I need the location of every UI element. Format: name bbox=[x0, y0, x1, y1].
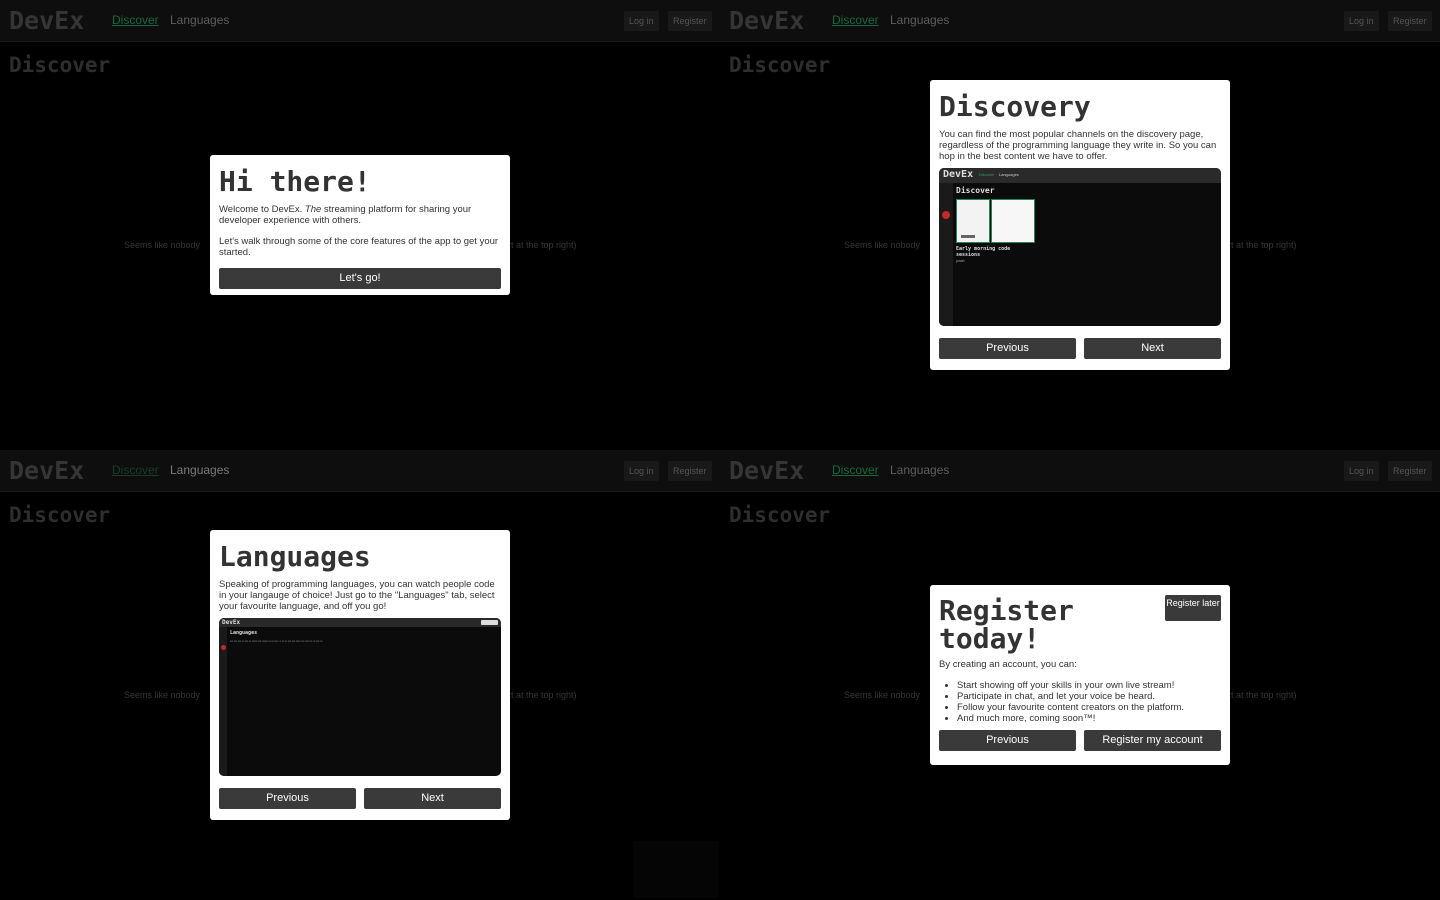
navbar: DevEx Discover Languages Log in Register bbox=[0, 450, 720, 492]
list-item: And much more, coming soon™! bbox=[957, 713, 1221, 724]
empty-state-text-tail: rt at the top right) bbox=[508, 240, 577, 250]
page-title: Discover bbox=[729, 53, 831, 77]
empty-state-text-tail: rt at the top right) bbox=[1228, 690, 1297, 700]
navbar: DevEx Discover Languages Log in Register bbox=[720, 0, 1440, 42]
preview-caption: Early morning code sessions bbox=[956, 246, 1011, 258]
brand-logo[interactable]: DevEx bbox=[729, 6, 804, 35]
nav-discover-link[interactable]: Discover bbox=[832, 13, 879, 27]
navbar: DevEx Discover Languages Log in Register bbox=[720, 450, 1440, 492]
screen-languages: DevEx Discover Languages Log in Register… bbox=[0, 450, 720, 900]
preview-title: Discover bbox=[956, 186, 995, 195]
languages-preview-image: DevEx Languages ▪▪▪ ▪▪▪ ▪▪▪ ▪▪ ▪▪▪ ▪▪ ▪▪… bbox=[219, 618, 501, 776]
preview-sidebar bbox=[219, 627, 227, 776]
preview-sidebar bbox=[939, 183, 953, 326]
benefits-list: Start showing off your skills in your ow… bbox=[957, 680, 1221, 724]
login-button[interactable]: Log in bbox=[624, 11, 659, 31]
register-button[interactable]: Register bbox=[668, 11, 712, 31]
modal-title: Register today! bbox=[939, 594, 1074, 655]
languages-modal: Languages Speaking of programming langua… bbox=[210, 530, 510, 820]
register-modal: Register today! Register later By creati… bbox=[930, 585, 1230, 765]
nav-discover-link[interactable]: Discover bbox=[112, 463, 159, 477]
modal-text: Welcome to DevEx. The streaming platform… bbox=[219, 204, 472, 226]
brand-logo[interactable]: DevEx bbox=[9, 6, 84, 35]
list-item: Start showing off your skills in your ow… bbox=[957, 680, 1221, 691]
navbar: DevEx Discover Languages Log in Register bbox=[0, 0, 720, 42]
empty-state-text: Seems like nobody bbox=[124, 240, 201, 250]
modal-title: Languages bbox=[219, 540, 371, 573]
previous-button[interactable]: Previous bbox=[939, 338, 1076, 359]
previous-button[interactable]: Previous bbox=[939, 730, 1076, 751]
preview-author: jonah bbox=[956, 259, 965, 263]
register-later-button[interactable]: Register later bbox=[1165, 595, 1221, 621]
preview-title: Languages bbox=[230, 630, 258, 636]
preview-language-tags: ▪▪▪ ▪▪▪ ▪▪▪ ▪▪ ▪▪▪ ▪▪ ▪▪▪▪▪ ▪▪▪ ▪▪▪▪▪ ▪▪… bbox=[230, 639, 323, 643]
register-my-account-button[interactable]: Register my account bbox=[1084, 730, 1221, 751]
preview-thumb-line bbox=[961, 235, 975, 238]
login-button[interactable]: Log in bbox=[1344, 11, 1379, 31]
empty-state-text: Seems like nobody bbox=[844, 690, 921, 700]
preview-brand: DevEx bbox=[222, 619, 241, 626]
brand-logo[interactable]: DevEx bbox=[9, 456, 84, 485]
page-title: Discover bbox=[9, 53, 111, 77]
preview-thumbnail bbox=[956, 199, 990, 243]
register-button[interactable]: Register bbox=[1388, 461, 1432, 481]
screen-welcome: DevEx Discover Languages Log in Register… bbox=[0, 0, 720, 450]
nav-languages-link[interactable]: Languages bbox=[890, 463, 949, 477]
corner-panel bbox=[634, 841, 718, 898]
preview-button bbox=[481, 620, 498, 625]
preview-thumbnail-2 bbox=[991, 199, 1035, 243]
lets-go-button[interactable]: Let's go! bbox=[219, 268, 501, 289]
preview-navbar: DevEx Discover Languages bbox=[939, 168, 1221, 183]
preview-nav-discover: Discover bbox=[979, 172, 995, 177]
modal-buttons: Previous Next bbox=[939, 338, 1221, 359]
list-item: Participate in chat, and let your voice … bbox=[957, 691, 1221, 702]
modal-title: Discovery bbox=[939, 90, 1091, 123]
nav-languages-link[interactable]: Languages bbox=[170, 463, 229, 477]
discover-preview-image: DevEx Discover Languages Discover Early … bbox=[939, 168, 1221, 326]
previous-button[interactable]: Previous bbox=[219, 788, 356, 809]
welcome-modal: Hi there! Welcome to DevEx. The streamin… bbox=[210, 155, 510, 295]
modal-text-2: Let's walk through some of the core feat… bbox=[219, 236, 499, 258]
modal-buttons: Previous Next bbox=[219, 788, 501, 809]
next-button[interactable]: Next bbox=[1084, 338, 1221, 359]
preview-brand: DevEx bbox=[943, 169, 974, 180]
register-button[interactable]: Register bbox=[668, 461, 712, 481]
preview-nav-languages: Languages bbox=[999, 172, 1019, 177]
list-item: Follow your favourite content creators o… bbox=[957, 702, 1221, 713]
preview-navbar: DevEx bbox=[219, 618, 501, 627]
empty-state-text-tail: rt at the top right) bbox=[1228, 240, 1297, 250]
modal-buttons: Previous Register my account bbox=[939, 730, 1221, 751]
nav-languages-link[interactable]: Languages bbox=[890, 13, 949, 27]
preview-live-icon bbox=[221, 645, 226, 650]
page-title: Discover bbox=[9, 503, 111, 527]
screen-discovery: DevEx Discover Languages Log in Register… bbox=[720, 0, 1440, 450]
nav-discover-link[interactable]: Discover bbox=[832, 463, 879, 477]
brand-logo[interactable]: DevEx bbox=[729, 456, 804, 485]
nav-discover-link[interactable]: Discover bbox=[112, 13, 159, 27]
screen-register: DevEx Discover Languages Log in Register… bbox=[720, 450, 1440, 900]
modal-text: You can find the most popular channels o… bbox=[939, 129, 1217, 162]
modal-title: Hi there! bbox=[219, 165, 371, 198]
empty-state-text: Seems like nobody bbox=[124, 690, 201, 700]
modal-text: Speaking of programming languages, you c… bbox=[219, 579, 495, 612]
empty-state-text: Seems like nobody bbox=[844, 240, 921, 250]
discovery-modal: Discovery You can find the most popular … bbox=[930, 80, 1230, 370]
register-button[interactable]: Register bbox=[1388, 11, 1432, 31]
empty-state-text-tail: rt at the top right) bbox=[508, 690, 577, 700]
nav-languages-link[interactable]: Languages bbox=[170, 13, 229, 27]
login-button[interactable]: Log in bbox=[624, 461, 659, 481]
preview-live-icon bbox=[942, 211, 950, 219]
page-title: Discover bbox=[729, 503, 831, 527]
modal-text: By creating an account, you can: bbox=[939, 659, 1077, 670]
login-button[interactable]: Log in bbox=[1344, 461, 1379, 481]
next-button[interactable]: Next bbox=[364, 788, 501, 809]
